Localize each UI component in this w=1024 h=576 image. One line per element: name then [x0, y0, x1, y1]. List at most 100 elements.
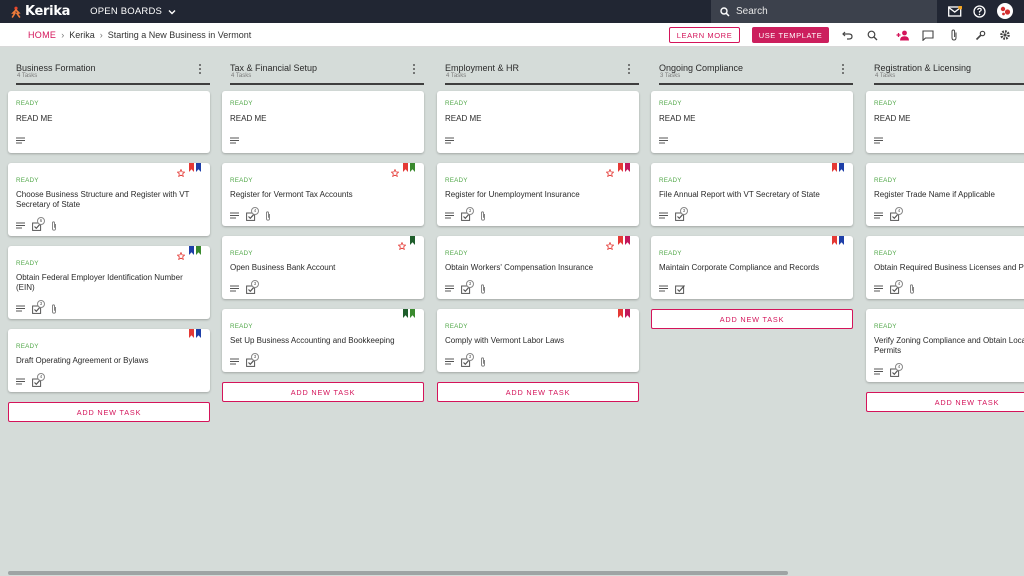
- more-vertical-icon[interactable]: [196, 63, 204, 75]
- learn-more-button[interactable]: LEARN MORE: [669, 27, 740, 43]
- task-status: READY: [445, 177, 468, 184]
- task-title: Draft Operating Agreement or Bylaws: [16, 356, 149, 365]
- open-boards-label: OPEN BOARDS: [90, 6, 163, 17]
- checklist-icon: 6: [32, 217, 45, 231]
- more-vertical-icon[interactable]: [625, 63, 633, 75]
- star-icon[interactable]: [605, 237, 615, 251]
- avatar[interactable]: [997, 3, 1013, 19]
- task-card[interactable]: READY READ ME: [222, 91, 424, 153]
- task-card[interactable]: READY Register for Vermont Tax Accounts 4: [222, 163, 424, 226]
- kerika-logo[interactable]: Kerika: [10, 4, 70, 19]
- checklist-count-badge: 3: [37, 300, 45, 308]
- task-title: READ ME: [16, 114, 53, 123]
- undo-icon[interactable]: [841, 29, 853, 41]
- more-vertical-icon[interactable]: [839, 63, 847, 75]
- task-title: Set Up Business Accounting and Bookkeepi…: [230, 336, 395, 345]
- task-meta: [16, 137, 32, 144]
- add-new-task-button[interactable]: ADD NEW TASK: [866, 392, 1024, 412]
- task-card[interactable]: READY Obtain Required Business Licenses a…: [866, 236, 1024, 299]
- chat-icon[interactable]: [922, 29, 934, 41]
- column-title[interactable]: Employment & HR: [445, 63, 519, 73]
- star-icon[interactable]: [176, 164, 186, 178]
- description-icon: [230, 285, 239, 292]
- task-status: READY: [445, 323, 468, 330]
- add-new-task-button[interactable]: ADD NEW TASK: [8, 402, 210, 422]
- column-cards: READY READ ME READY Register for Vermont Ta…: [222, 91, 424, 402]
- task-card[interactable]: READY Open Business Bank Account 3: [222, 236, 424, 299]
- attachment-icon: [51, 220, 57, 231]
- help-icon[interactable]: [972, 4, 987, 19]
- task-card[interactable]: READY File Annual Report with VT Secretar…: [651, 163, 853, 226]
- description-icon: [659, 285, 668, 292]
- wrench-icon[interactable]: [974, 29, 986, 41]
- task-card[interactable]: READY Choose Business Structure and Regis…: [8, 163, 210, 236]
- description-icon: [874, 137, 883, 144]
- task-title: Verify Zoning Compliance and Obtain Loca…: [874, 336, 1024, 355]
- task-card[interactable]: READY READ ME: [8, 91, 210, 153]
- star-icon[interactable]: [176, 247, 186, 261]
- column-cards: READY READ ME READY Register for Unemployme…: [437, 91, 639, 402]
- task-card[interactable]: READY Register Trade Name if Applicable 4: [866, 163, 1024, 226]
- more-vertical-icon[interactable]: [410, 63, 418, 75]
- column-header: Business Formation 4 Tasks: [8, 57, 210, 85]
- open-boards-menu[interactable]: OPEN BOARDS: [90, 6, 176, 17]
- task-card[interactable]: READY Obtain Federal Employer Identificat…: [8, 246, 210, 319]
- gear-icon[interactable]: [999, 29, 1011, 41]
- description-icon: [659, 212, 668, 219]
- search-board-icon[interactable]: [866, 29, 878, 41]
- task-card[interactable]: READY READ ME: [437, 91, 639, 153]
- task-card[interactable]: READY READ ME: [866, 91, 1024, 153]
- task-status: READY: [16, 100, 39, 107]
- tag-flag-icon: [618, 309, 623, 318]
- description-icon: [445, 137, 454, 144]
- add-person-icon[interactable]: [896, 29, 910, 41]
- task-title: READ ME: [230, 114, 267, 123]
- task-title: Register for Vermont Tax Accounts: [230, 190, 353, 199]
- column-header: Tax & Financial Setup 4 Tasks: [222, 57, 424, 85]
- column-title[interactable]: Tax & Financial Setup: [230, 63, 317, 73]
- column-title[interactable]: Registration & Licensing: [874, 63, 971, 73]
- task-card[interactable]: READY Set Up Business Accounting and Book…: [222, 309, 424, 372]
- task-card[interactable]: READY READ ME: [651, 91, 853, 153]
- task-tags: [176, 246, 201, 261]
- add-new-task-button[interactable]: ADD NEW TASK: [437, 382, 639, 402]
- board-column: Tax & Financial Setup 4 Tasks READY READ ME…: [222, 57, 424, 402]
- breadcrumb-home[interactable]: HOME: [28, 30, 56, 40]
- star-icon[interactable]: [397, 237, 407, 251]
- task-card[interactable]: READY Verify Zoning Compliance and Obtain…: [866, 309, 1024, 382]
- tag-flag-icon: [196, 246, 201, 255]
- add-new-task-button[interactable]: ADD NEW TASK: [651, 309, 853, 329]
- tag-flag-icon: [196, 163, 201, 172]
- task-status: READY: [230, 177, 253, 184]
- tag-flag-icon: [832, 236, 837, 245]
- task-card[interactable]: READY Register for Unemployment Insurance…: [437, 163, 639, 226]
- horizontal-scrollbar[interactable]: [8, 571, 788, 575]
- breadcrumb-account[interactable]: Kerika: [69, 30, 95, 40]
- use-template-button[interactable]: USE TEMPLATE: [752, 27, 829, 43]
- star-icon[interactable]: [605, 164, 615, 178]
- description-icon: [230, 358, 239, 365]
- attachment-icon[interactable]: [948, 29, 960, 41]
- task-card[interactable]: READY Draft Operating Agreement or Bylaws…: [8, 329, 210, 392]
- attachment-icon: [265, 210, 271, 221]
- task-card[interactable]: READY Comply with Vermont Labor Laws 3: [437, 309, 639, 372]
- tag-flag-icon: [839, 236, 844, 245]
- mail-icon[interactable]: [947, 4, 962, 19]
- checklist-icon: 3: [246, 353, 259, 367]
- checklist-count-badge: 3: [680, 207, 688, 215]
- task-title: Register for Unemployment Insurance: [445, 190, 580, 199]
- column-title[interactable]: Ongoing Compliance: [659, 63, 743, 73]
- column-title[interactable]: Business Formation: [16, 63, 96, 73]
- attachment-icon: [480, 210, 486, 221]
- add-new-task-button[interactable]: ADD NEW TASK: [222, 382, 424, 402]
- board-header: HOME › Kerika › Starting a New Business …: [0, 23, 1024, 47]
- checklist-count-badge: 3: [466, 207, 474, 215]
- description-icon: [445, 358, 454, 365]
- description-icon: [230, 212, 239, 219]
- column-divider: [16, 83, 210, 85]
- task-card[interactable]: READY Obtain Workers' Compensation Insura…: [437, 236, 639, 299]
- task-meta: 3: [16, 300, 64, 314]
- task-card[interactable]: READY Maintain Corporate Compliance and R…: [651, 236, 853, 299]
- star-icon[interactable]: [390, 164, 400, 178]
- search-box[interactable]: Search: [711, 0, 937, 23]
